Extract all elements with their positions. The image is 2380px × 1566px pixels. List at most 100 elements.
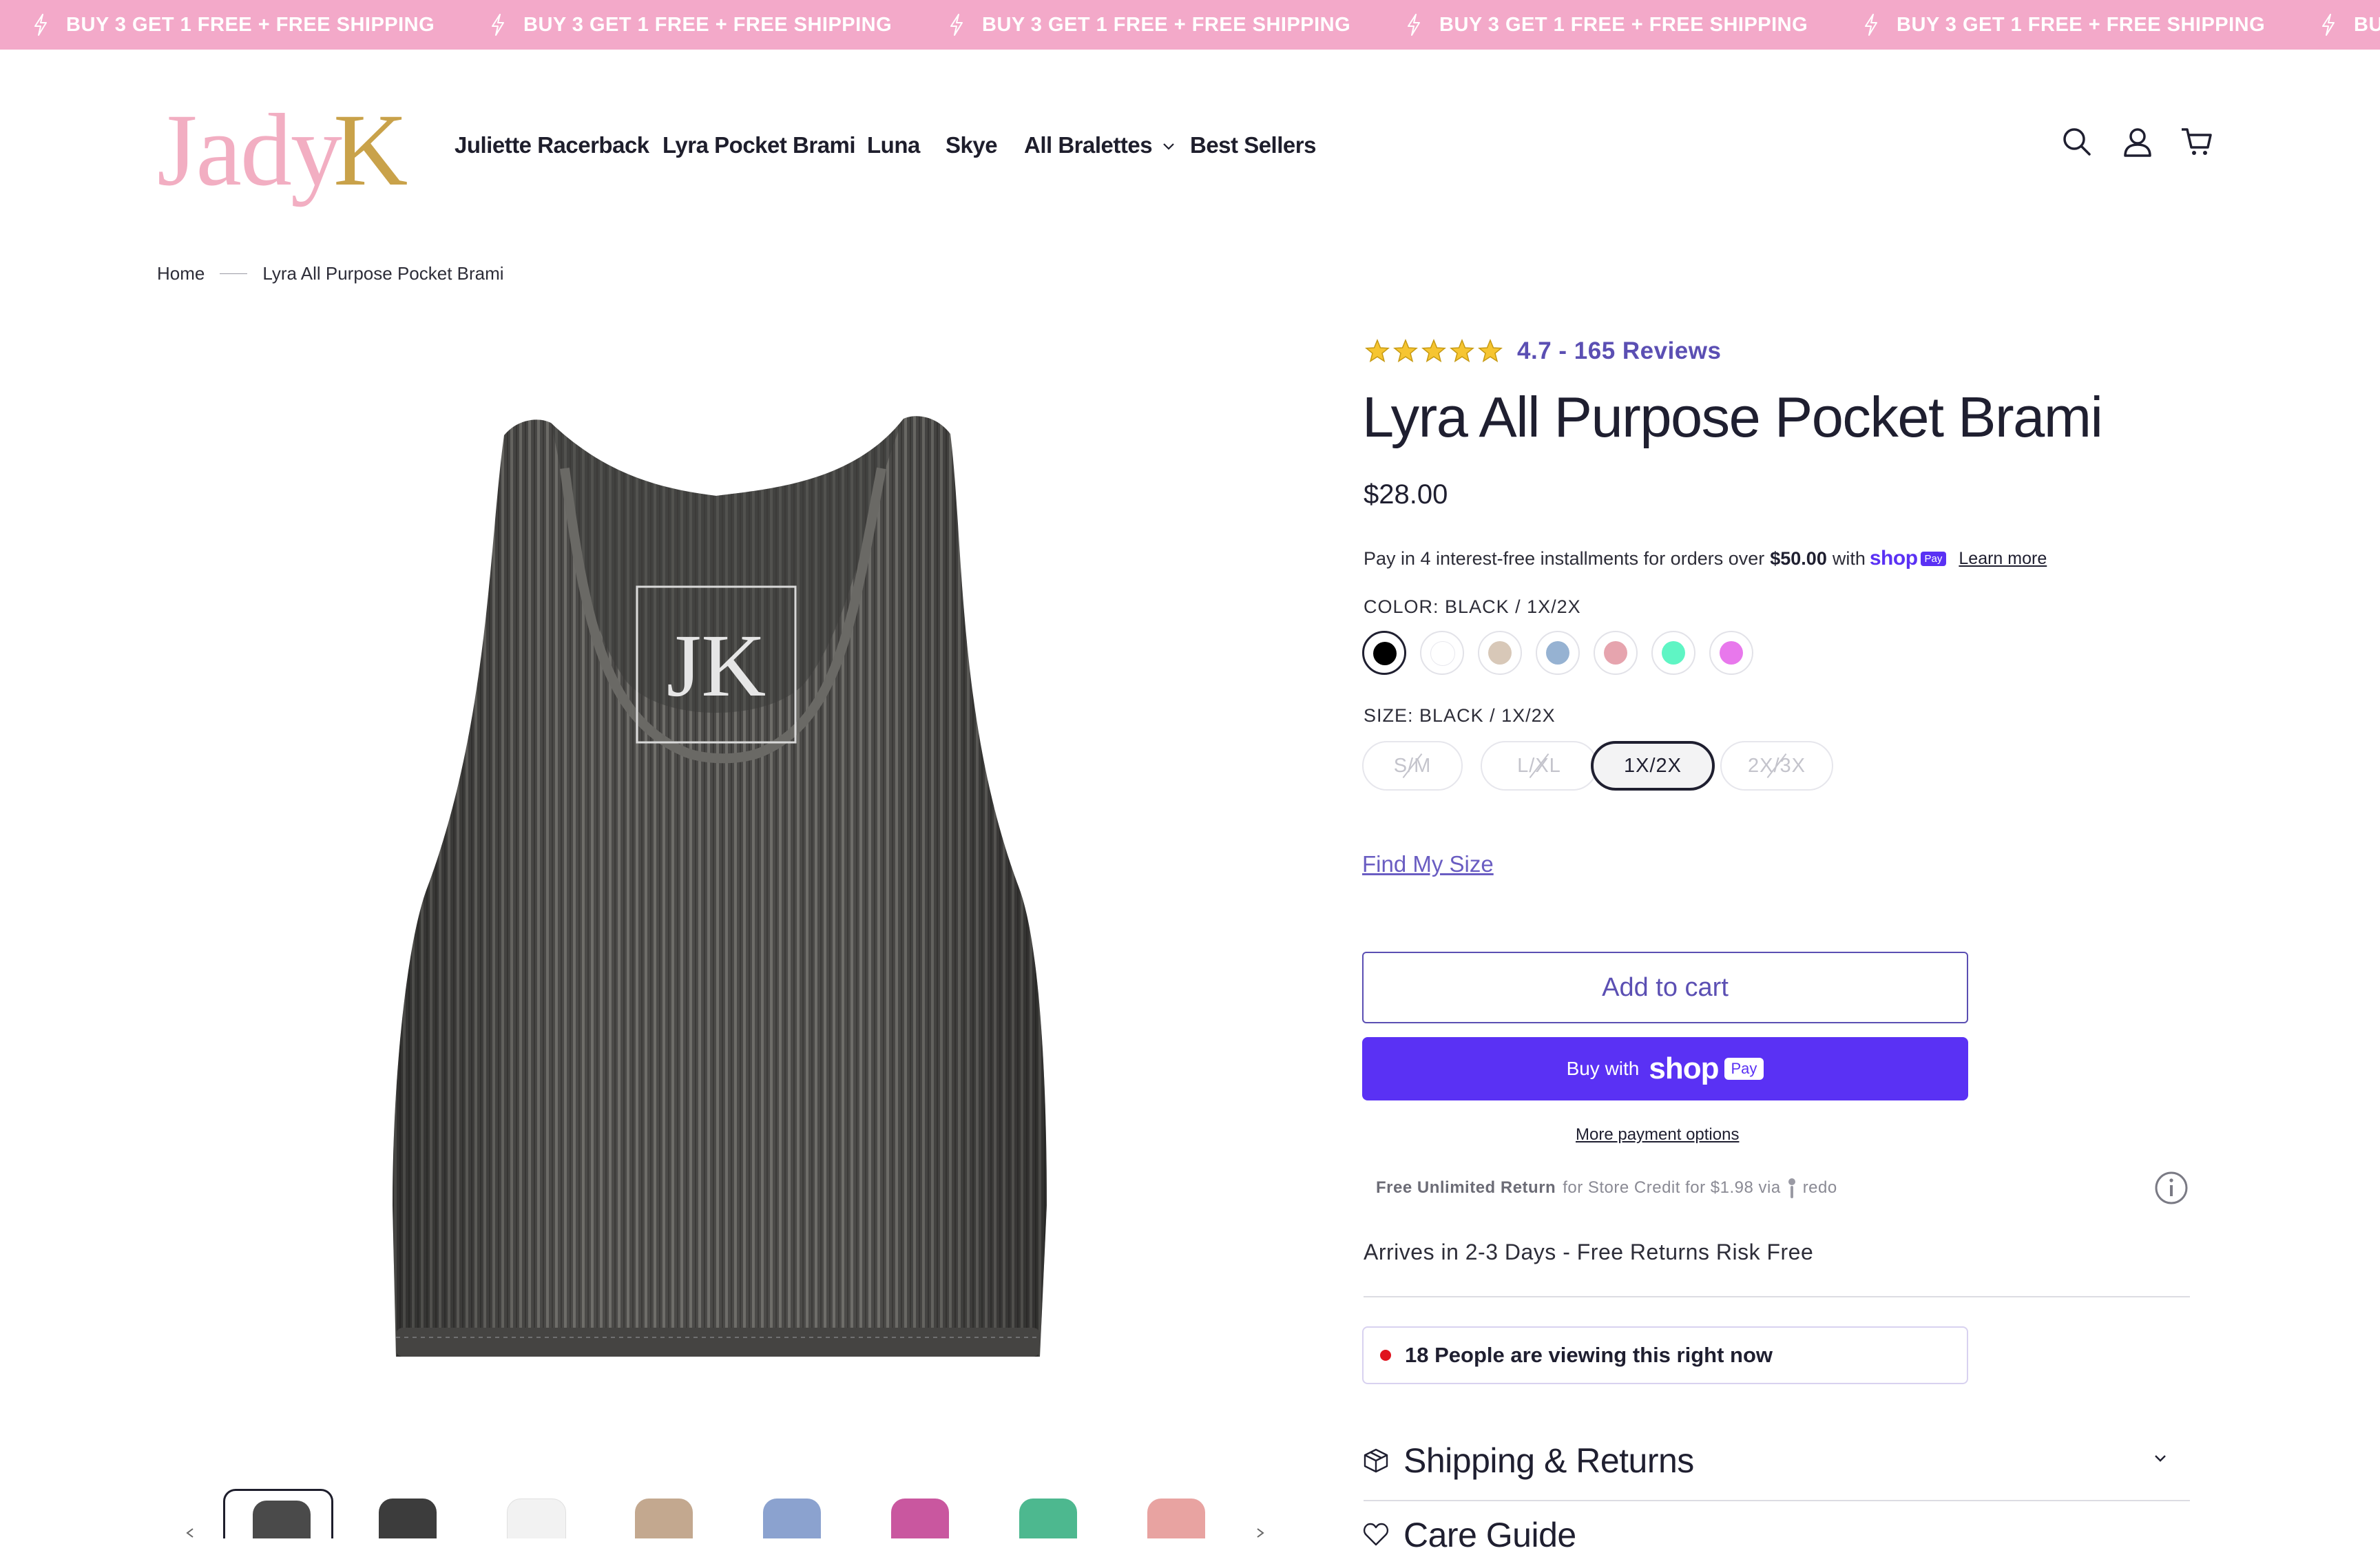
- product-title: Lyra All Purpose Pocket Brami: [1362, 385, 2103, 449]
- size-value: BLACK / 1X/2X: [1419, 705, 1556, 726]
- star-icon: [1365, 339, 1390, 363]
- breadcrumb-home[interactable]: Home: [157, 263, 205, 284]
- size-label-1x-2x: 1X/2X: [1624, 754, 1682, 777]
- delivery-info: Arrives in 2-3 Days - Free Returns Risk …: [1364, 1240, 1814, 1264]
- thumbnail-image: [1019, 1499, 1077, 1538]
- buy-with-label: Buy with: [1566, 1058, 1640, 1079]
- thumbnail-strip: [207, 1487, 1281, 1538]
- star-icon: [1478, 339, 1503, 363]
- product-price: $28.00: [1364, 479, 1448, 510]
- announcement-text: BUY 3 GET 1 FREE + FREE SHIPPING: [982, 13, 1351, 36]
- breadcrumb-separator: [220, 273, 248, 274]
- product-thumbnail[interactable]: [479, 1489, 589, 1538]
- product-thumbnail[interactable]: [864, 1489, 974, 1538]
- accordion-care-guide[interactable]: Care Guide: [1362, 1504, 2189, 1566]
- more-payment-options-link[interactable]: More payment options: [1576, 1125, 1739, 1145]
- logo-text-jady: Jady: [157, 93, 342, 207]
- announcement-bar: BUY 3 GET 1 FREE + FREE SHIPPING BUY 3 GE…: [0, 0, 2380, 50]
- viewing-text: 18 People are viewing this right now: [1405, 1343, 1773, 1367]
- announcement-text: BUY 3 GET 1 FREE + FREE SHIPPING: [1897, 13, 2266, 36]
- product-thumbnail[interactable]: [992, 1489, 1102, 1538]
- chevron-right-icon[interactable]: [1253, 1527, 1267, 1538]
- announcement-item: BUY 3 GET 1 FREE + FREE SHIPPING: [490, 0, 892, 50]
- product-thumbnail[interactable]: [735, 1489, 846, 1538]
- color-swatch[interactable]: [1478, 631, 1522, 675]
- thumbnail-image: [507, 1499, 566, 1538]
- color-swatch[interactable]: [1536, 631, 1580, 675]
- redo-returns-banner: Free Unlimited Return for Store Credit f…: [1376, 1176, 1837, 1200]
- breadcrumb-current: Lyra All Purpose Pocket Brami: [262, 263, 504, 284]
- color-swatch-fill: [1604, 641, 1627, 665]
- bolt-icon: [492, 14, 504, 36]
- bolt-icon: [1408, 14, 1420, 36]
- color-swatch-fill: [1546, 641, 1569, 665]
- announcement-item: BUY 3 GET 1 FREE + FREE SHIPPING: [1864, 0, 2265, 50]
- package-icon: [1364, 1448, 1388, 1473]
- nav-item-best-sellers[interactable]: Best Sellers: [1190, 128, 1316, 163]
- shop-pay-logo: shop: [1649, 1052, 1719, 1085]
- installments-amount: $50.00: [1770, 547, 1827, 569]
- chevron-left-icon[interactable]: [183, 1527, 197, 1538]
- nav-item-juliette-racerback[interactable]: Juliette Racerback: [455, 128, 649, 163]
- star-icon: [1450, 339, 1474, 363]
- color-swatch-fill: [1720, 641, 1743, 665]
- installments-with: with: [1832, 547, 1866, 569]
- product-thumbnail[interactable]: [223, 1489, 333, 1538]
- accordion-title: Shipping & Returns: [1403, 1441, 1694, 1480]
- color-swatch-fill: [1662, 641, 1685, 665]
- product-thumbnail[interactable]: [1120, 1489, 1230, 1538]
- product-thumbnail[interactable]: [351, 1489, 461, 1538]
- product-main-image[interactable]: JK: [358, 393, 1102, 1384]
- color-swatch[interactable]: [1362, 631, 1406, 675]
- star-icon: [1393, 339, 1418, 363]
- announcement-item: BUY 3 GET 1 FREE + FREE SHIPPING: [33, 0, 435, 50]
- divider: [1364, 1500, 2190, 1501]
- color-swatch[interactable]: [1651, 631, 1695, 675]
- logo-text-k: K: [333, 93, 408, 207]
- size-label-row: SIZE: BLACK / 1X/2X: [1364, 705, 1556, 727]
- brand-logo[interactable]: Jady K: [157, 93, 408, 207]
- nav-item-all-bralettes-label: All Bralettes: [1024, 132, 1153, 158]
- cart-icon[interactable]: [2179, 124, 2215, 160]
- installments-text: Pay in 4 interest-free installments for …: [1364, 547, 1765, 569]
- add-to-cart-button[interactable]: Add to cart: [1362, 952, 1968, 1023]
- color-swatch[interactable]: [1594, 631, 1638, 675]
- buy-with-shop-pay-button[interactable]: Buy with shop Pay: [1362, 1037, 1968, 1100]
- breadcrumb: Home Lyra All Purpose Pocket Brami: [157, 263, 504, 284]
- nav-item-lyra-pocket-brami[interactable]: Lyra Pocket Brami: [662, 128, 856, 163]
- size-option-1x-2x[interactable]: 1X/2X: [1591, 741, 1715, 791]
- size-option-2x-3x[interactable]: 2X/3X: [1720, 741, 1833, 791]
- account-icon[interactable]: [2120, 124, 2155, 160]
- live-viewers-badge: 18 People are viewing this right now: [1362, 1326, 1968, 1384]
- thumbnail-image: [1147, 1499, 1205, 1538]
- announcement-text: BUY 3 GET 1 FREE + FREE SHIPPING: [66, 13, 435, 36]
- product-thumbnail[interactable]: [607, 1489, 718, 1538]
- search-icon[interactable]: [2059, 124, 2095, 160]
- size-option-l-xl[interactable]: L/XL: [1481, 741, 1598, 791]
- thumbnail-image: [379, 1499, 437, 1538]
- color-swatch[interactable]: [1420, 631, 1464, 675]
- thumbnail-image: [891, 1499, 949, 1538]
- nav-item-all-bralettes[interactable]: All Bralettes: [1024, 128, 1174, 163]
- thumbnail-image: [253, 1501, 311, 1538]
- accordion-shipping-returns[interactable]: Shipping & Returns: [1362, 1430, 2189, 1492]
- rating-text: 4.7 - 165 Reviews: [1517, 337, 1722, 364]
- announcement-item: BUY 3 GET 1 FREE + FREE SHIPPING: [2321, 0, 2380, 50]
- product-rating[interactable]: 4.7 - 165 Reviews: [1365, 337, 1721, 365]
- find-my-size-link[interactable]: Find My Size: [1362, 851, 1494, 877]
- redo-brand: redo: [1802, 1178, 1837, 1197]
- divider: [1364, 1296, 2190, 1297]
- shop-pay-logo: shop: [1869, 547, 1918, 570]
- color-swatch[interactable]: [1709, 631, 1753, 675]
- bolt-icon: [2322, 14, 2335, 36]
- announcement-item: BUY 3 GET 1 FREE + FREE SHIPPING: [949, 0, 1350, 50]
- shop-pay-badge: Pay: [1920, 551, 1947, 566]
- learn-more-link[interactable]: Learn more: [1959, 549, 2047, 569]
- nav-item-luna[interactable]: Luna: [867, 128, 920, 163]
- nav-item-skye[interactable]: Skye: [946, 128, 998, 163]
- color-swatch-fill: [1430, 641, 1455, 666]
- rating-stars: [1365, 339, 1506, 364]
- info-icon[interactable]: [2154, 1171, 2189, 1205]
- chevron-down-icon: [1163, 143, 1174, 150]
- size-option-s-m[interactable]: S/M: [1362, 741, 1463, 791]
